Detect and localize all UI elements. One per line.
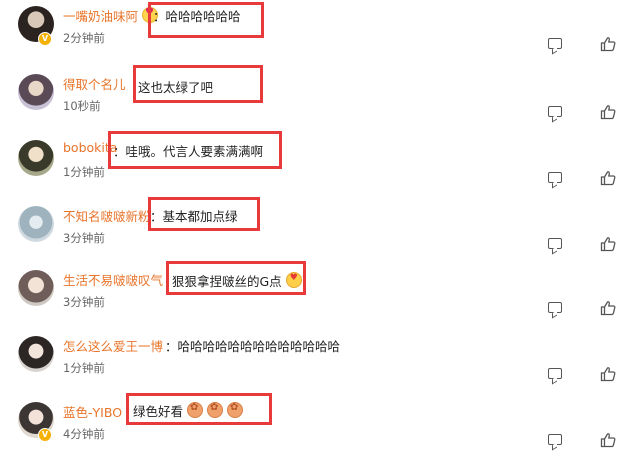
avatar[interactable] [18, 270, 54, 306]
comment-time: 1分钟前 [63, 165, 105, 179]
comment-actions [548, 104, 618, 122]
comment-actions [548, 366, 618, 384]
comment-time: 3分钟前 [63, 231, 105, 245]
comment-row: V 蓝色-YIBO 绿色好看 4分钟前 [0, 393, 640, 460]
thumbs-up-icon[interactable] [600, 366, 616, 382]
comment-time: 3分钟前 [63, 295, 105, 309]
thumbs-up-icon[interactable] [600, 236, 616, 252]
comment-icon[interactable] [548, 434, 562, 445]
comment-username[interactable]: 不知名啵啵新粉 [63, 206, 151, 225]
comment-text: ：哈哈哈哈哈哈哈哈哈哈哈哈哈 [165, 339, 341, 354]
highlight-box [108, 131, 282, 169]
comment-username[interactable]: 生活不易啵啵叹气 [63, 270, 163, 289]
avatar[interactable] [18, 74, 54, 110]
comment-icon[interactable] [548, 38, 562, 49]
comment-icon[interactable] [548, 238, 562, 249]
highlight-box [148, 197, 260, 231]
comment-icon[interactable] [548, 302, 562, 313]
thumbs-up-icon[interactable] [600, 300, 616, 316]
comment-actions [548, 36, 618, 54]
comment-icon[interactable] [548, 172, 562, 183]
comment-username[interactable]: 得取个名儿 [63, 74, 126, 93]
comment-time: 1分钟前 [63, 361, 105, 375]
comment-time: 10秒前 [63, 99, 101, 113]
comment-time: 2分钟前 [63, 31, 105, 45]
thumbs-up-icon[interactable] [600, 36, 616, 52]
comment-username[interactable]: 一嘴奶油味阿 [63, 6, 159, 25]
avatar[interactable] [18, 336, 54, 372]
avatar[interactable] [18, 206, 54, 242]
thumbs-up-icon[interactable] [600, 432, 616, 448]
thumbs-up-icon[interactable] [600, 104, 616, 120]
verified-badge-icon: V [38, 32, 52, 46]
comment-time: 4分钟前 [63, 427, 105, 441]
comment-actions [548, 432, 618, 450]
avatar[interactable] [18, 140, 54, 176]
comment-row: V 一嘴奶油味阿 ：哈哈哈哈哈哈 2分钟前 [0, 0, 640, 64]
highlight-box [133, 65, 263, 103]
comment-actions [548, 300, 618, 318]
comment-row: 怎么这么爱王一博 ：哈哈哈哈哈哈哈哈哈哈哈哈哈 1分钟前 [0, 330, 640, 394]
comment-actions [548, 170, 618, 188]
highlight-box [126, 393, 272, 425]
comment-row: 不知名啵啵新粉 ：基本都加点绿 3分钟前 [0, 197, 640, 264]
verified-badge-icon: V [38, 428, 52, 442]
thumbs-up-icon[interactable] [600, 170, 616, 186]
highlight-box [148, 2, 264, 38]
comment-actions [548, 236, 618, 254]
highlight-box [166, 261, 306, 295]
comment-icon[interactable] [548, 106, 562, 117]
comment-row: 生活不易啵啵叹气 狠狠拿捏啵丝的G点 3分钟前 [0, 261, 640, 328]
comment-icon[interactable] [548, 368, 562, 379]
comment-username[interactable]: 怎么这么爱王一博 [63, 336, 163, 355]
comment-row: 得取个名儿 这也太绿了吧 10秒前 [0, 65, 640, 132]
comment-username[interactable]: 蓝色-YIBO [63, 402, 122, 421]
comment-row: bobokita ：哇哦。代言人要素满满啊 1分钟前 [0, 131, 640, 198]
